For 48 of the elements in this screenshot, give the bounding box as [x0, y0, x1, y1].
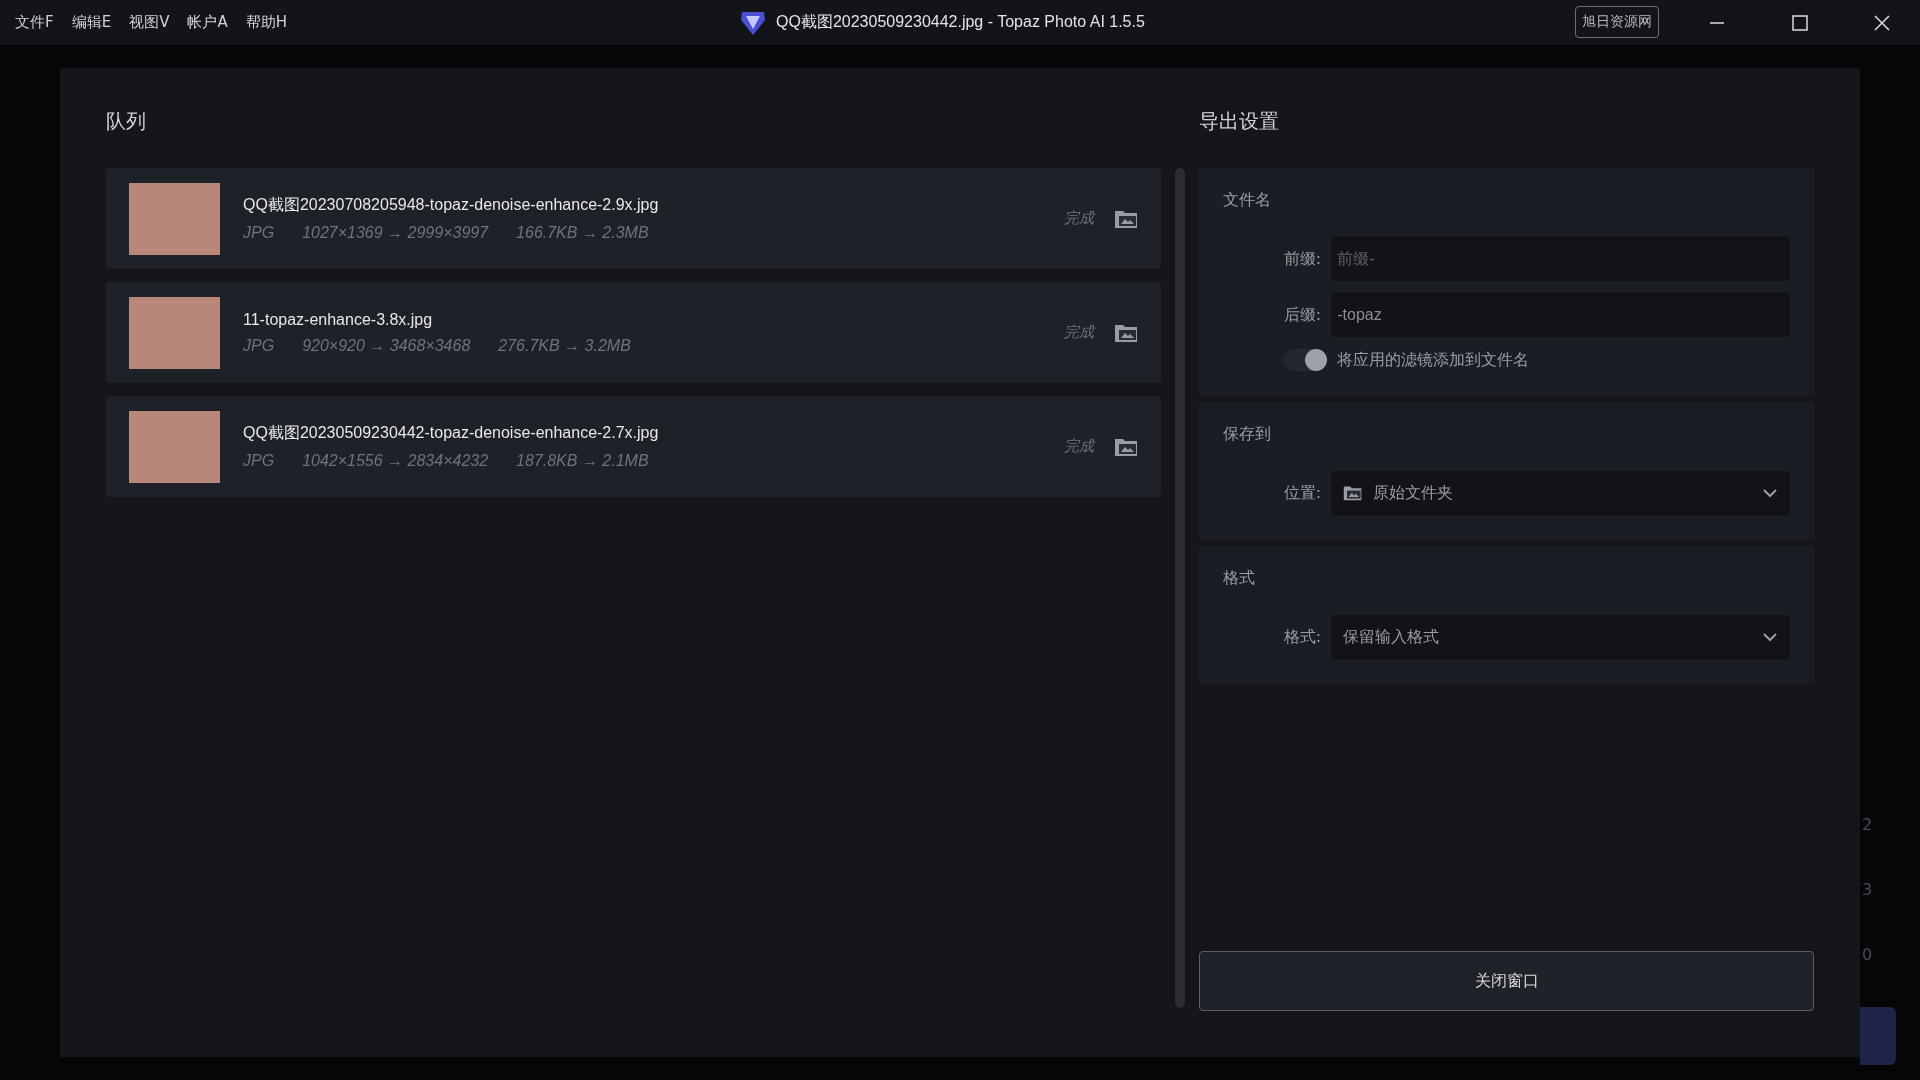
file-format: JPG	[243, 224, 275, 242]
card-title: 保存到	[1223, 424, 1273, 445]
field-label: 格式:	[1282, 626, 1322, 648]
menu-item[interactable]: 帮助H	[236, 13, 296, 32]
text-input-field[interactable]: -topaz	[1331, 293, 1790, 337]
chevron-down-icon	[1762, 488, 1778, 498]
queue-item[interactable]: 11-topaz-enhance-3.8x.jpg JPG 920×920 → 3468×3468 276.7KB → 3.2MB 完成	[106, 282, 1162, 383]
background-number: 3	[1862, 880, 1873, 899]
menu-item[interactable]: 视图V	[120, 13, 179, 32]
toggle-switch[interactable]	[1283, 349, 1328, 371]
field-label: 位置:	[1282, 482, 1322, 504]
field-label: 前缀:	[1282, 248, 1322, 270]
menu-item[interactable]: 帐户A	[178, 13, 237, 32]
dimensions-text: 920×920 → 3468×3468	[302, 336, 471, 355]
watermark-badge: 旭日资源网	[1575, 6, 1659, 38]
file-name: QQ截图20230509230442-topaz-denoise-enhance-2.7x.jpg	[243, 423, 660, 443]
file-size-text: 187.8KB → 2.1MB	[516, 452, 649, 470]
file-size-text: 276.7KB → 3.2MB	[498, 336, 631, 355]
queue-item[interactable]: QQ截图20230708205948-topaz-denoise-enhance-2.9x.jpg JPG 1027×1369 → 2999×3997 166.7KB → 2.3MB 完成	[106, 168, 1162, 269]
section-heading: 队列	[106, 108, 147, 135]
menu-item[interactable]: 编辑E	[62, 13, 121, 32]
status-text: 完成	[1064, 209, 1095, 228]
section-heading: 导出设置	[1199, 108, 1281, 135]
status-text: 完成	[1064, 437, 1095, 456]
folder-icon	[1343, 484, 1364, 502]
chevron-down-icon	[1762, 632, 1778, 642]
menu-item[interactable]: 文件F	[6, 13, 63, 32]
toggle-label: 将应用的滤镜添加到文件名	[1337, 349, 1530, 371]
field-label: 后缀:	[1282, 304, 1322, 326]
file-format: JPG	[243, 336, 275, 355]
status-text: 完成	[1064, 323, 1095, 342]
card-title: 格式	[1223, 568, 1257, 589]
file-name: 11-topaz-enhance-3.8x.jpg	[243, 310, 434, 329]
card-title: 文件名	[1223, 190, 1273, 211]
window-title: QQ截图20230509230442.jpg - Topaz Photo AI 1.5.5	[776, 12, 1145, 32]
background-number: 0	[1862, 945, 1873, 964]
close-window-button[interactable]: 关闭窗口	[1199, 951, 1814, 1011]
dimensions-text: 1042×1556 → 2834×4232	[302, 452, 489, 470]
file-size-text: 166.7KB → 2.3MB	[516, 224, 649, 242]
file-format: JPG	[243, 452, 275, 470]
background-number: 2	[1862, 815, 1873, 834]
dimensions-text: 1027×1369 → 2999×3997	[302, 224, 489, 242]
scrollbar[interactable]	[1175, 168, 1186, 1008]
text-input-field[interactable]: 前缀-	[1331, 237, 1790, 281]
dropdown[interactable]: 原始文件夹	[1331, 471, 1790, 515]
file-name: QQ截图20230708205948-topaz-denoise-enhance-2.9x.jpg	[243, 195, 660, 215]
queue-item[interactable]: QQ截图20230509230442-topaz-denoise-enhance-2.7x.jpg JPG 1042×1556 → 2834×4232 187.8KB → 2.1MB 完成	[106, 396, 1162, 497]
dropdown[interactable]: 保留输入格式	[1331, 615, 1790, 659]
